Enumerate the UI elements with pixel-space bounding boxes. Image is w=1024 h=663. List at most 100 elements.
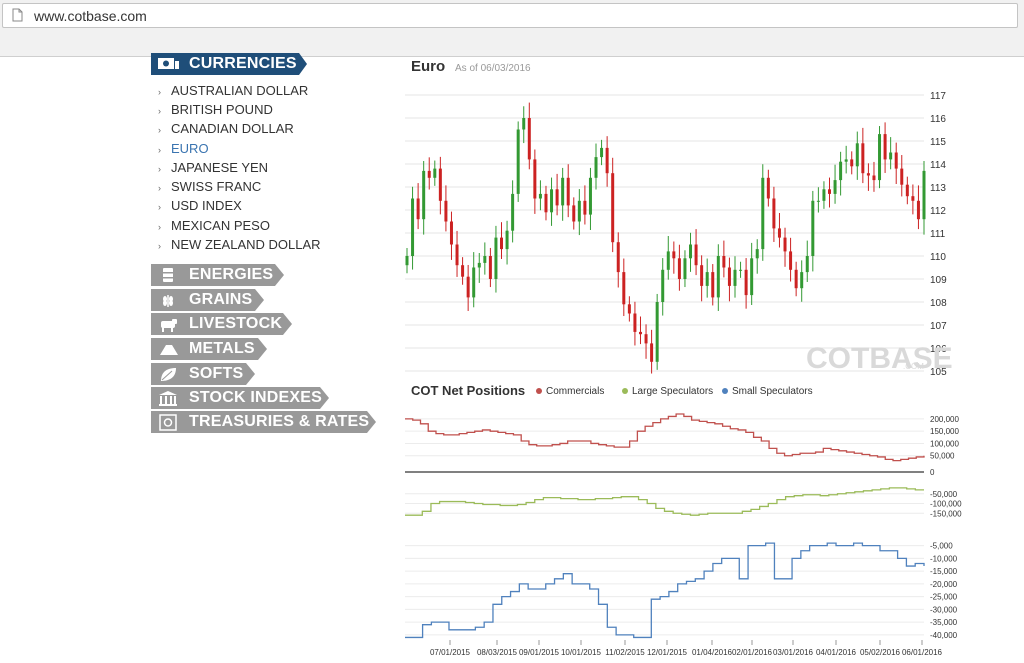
candle-body <box>527 118 531 160</box>
candle-body <box>922 170 926 220</box>
candle-body <box>700 265 704 286</box>
candle-body <box>744 269 748 296</box>
candle-body <box>794 269 798 289</box>
x-tick-label: 09/01/2015 <box>519 648 560 657</box>
candle-body <box>905 184 909 197</box>
x-tick-label: 03/01/2016 <box>773 648 814 657</box>
candle-body <box>677 258 681 279</box>
y-tick-label: -30,000 <box>930 605 958 614</box>
y-tick-label: 116 <box>930 114 946 125</box>
candle-body <box>911 196 915 201</box>
candle-body <box>611 173 615 243</box>
y-tick-label: 150,000 <box>930 427 959 436</box>
candle-body <box>900 168 904 185</box>
candle-body <box>438 168 442 201</box>
x-tick-label: 08/03/2015 <box>477 648 518 657</box>
candle-body <box>844 159 848 162</box>
x-tick-label: 05/02/2016 <box>860 648 901 657</box>
candle-body <box>622 272 626 305</box>
candle-body <box>689 244 693 259</box>
x-tick-label: 07/01/2015 <box>430 648 471 657</box>
candle-body <box>605 147 609 174</box>
x-tick-label: 11/02/2015 <box>605 648 645 657</box>
y-tick-label: -35,000 <box>930 618 958 627</box>
candle-body <box>894 152 898 169</box>
candle-body <box>878 134 882 181</box>
candle-body <box>727 267 731 286</box>
candle-body <box>522 118 526 130</box>
candle-body <box>833 180 837 194</box>
candle-body <box>572 205 576 222</box>
y-tick-label: 114 <box>930 160 946 171</box>
candle-body <box>505 230 509 250</box>
candle-body <box>550 189 554 213</box>
candle-body <box>566 177 570 206</box>
y-tick-label: 50,000 <box>930 452 955 461</box>
candle-body <box>500 237 504 250</box>
y-tick-label: -20,000 <box>930 580 958 589</box>
y-tick-label: -100,000 <box>930 500 962 509</box>
candle-body <box>789 251 793 270</box>
y-tick-label: 108 <box>930 298 947 309</box>
y-tick-label: -10,000 <box>930 554 958 563</box>
candle-body <box>627 304 631 314</box>
y-tick-label: 117 <box>930 91 946 102</box>
candle-body <box>772 198 776 229</box>
candle-body <box>861 143 865 174</box>
x-tick-label: 01/04/2016 <box>692 648 733 657</box>
y-tick-label: -50,000 <box>930 490 958 499</box>
y-tick-label: -15,000 <box>930 567 958 576</box>
candle-body <box>405 256 409 266</box>
candle-body <box>600 147 604 158</box>
x-tick-label: 04/01/2016 <box>816 648 857 657</box>
candle-body <box>583 200 587 215</box>
candle-body <box>883 134 887 160</box>
candle-body <box>916 200 920 220</box>
y-tick-label: -25,000 <box>930 593 958 602</box>
y-tick-label: 107 <box>930 321 947 332</box>
candle-body <box>666 251 670 270</box>
candle-body <box>555 189 559 206</box>
candle-body <box>805 256 809 273</box>
y-tick-label: 112 <box>930 206 946 217</box>
candle-body <box>472 267 476 298</box>
candle-body <box>577 200 581 222</box>
candle-body <box>733 269 737 286</box>
candle-body <box>477 262 481 268</box>
x-tick-label: 06/01/2016 <box>902 648 943 657</box>
x-tick-label: 02/01/2016 <box>732 648 773 657</box>
candle-body <box>872 175 876 181</box>
candle-body <box>594 157 598 178</box>
candle-body <box>466 276 470 298</box>
candle-body <box>739 269 743 271</box>
x-tick-label: 10/01/2015 <box>561 648 602 657</box>
candle-body <box>827 189 831 194</box>
candle-body <box>816 200 820 202</box>
candle-body <box>655 302 659 362</box>
candle-body <box>866 173 870 176</box>
candle-body <box>766 177 770 199</box>
candle-body <box>561 177 565 206</box>
candle-body <box>822 189 826 201</box>
candle-body <box>644 334 648 344</box>
y-tick-label: 100,000 <box>930 439 959 448</box>
candle-body <box>494 237 498 279</box>
y-tick-label: -40,000 <box>930 631 958 640</box>
candle-body <box>711 272 715 298</box>
candle-body <box>750 258 754 296</box>
candle-body <box>889 152 893 160</box>
candle-body <box>761 177 765 250</box>
y-tick-label: 111 <box>930 229 946 240</box>
chart-canvas: 105106107108109110111112113114115116117C… <box>405 91 962 657</box>
y-tick-label: -5,000 <box>930 542 953 551</box>
watermark-suffix: .COM <box>903 362 924 371</box>
candle-body <box>533 159 537 199</box>
candle-body <box>488 256 492 279</box>
candle-body <box>650 343 654 362</box>
candle-body <box>511 193 515 231</box>
y-tick-label: 115 <box>930 137 946 148</box>
candle-body <box>455 244 459 266</box>
y-tick-label: -150,000 <box>930 509 962 518</box>
candle-body <box>755 249 759 259</box>
y-tick-label: 0 <box>930 468 935 477</box>
